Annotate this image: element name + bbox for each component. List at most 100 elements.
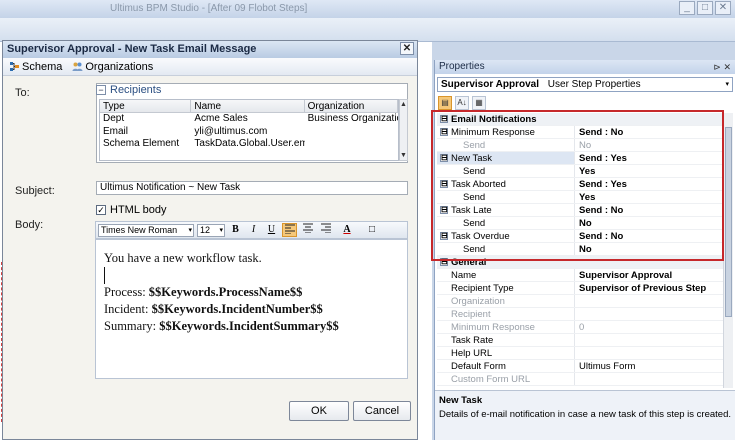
property-row[interactable]: Custom Form URL [437,373,723,386]
property-value: Supervisor of Previous Step [579,283,707,294]
subject-input[interactable]: Ultimus Notification ~ New Task [96,181,408,195]
property-row[interactable]: Default Form Ultimus Form [437,360,723,373]
font-color-button[interactable]: A [336,223,358,237]
underline-button[interactable]: U [264,223,279,237]
app-title: Ultimus BPM Studio - [After 09 Flobot St… [110,3,308,14]
maximize-button[interactable]: □ [697,1,713,15]
font-family-select[interactable]: Times New Roman ▾ [98,223,194,237]
ok-button[interactable]: OK [289,401,349,421]
property-name: Organization [437,295,575,307]
html-body-checkbox[interactable]: ✓ [96,205,106,215]
schema-button[interactable]: Schema [9,61,62,73]
organizations-label: Organizations [85,60,154,73]
align-right-icon [320,223,331,234]
categorized-button[interactable]: ▤ [438,96,452,110]
property-value [575,334,723,346]
cell: Business Organization [307,113,398,124]
property-row[interactable]: Help URL [437,347,723,360]
body-editor[interactable]: You have a new workflow task. Process: $… [95,239,408,379]
property-name: Help URL [437,347,575,359]
align-left-button[interactable] [282,223,297,237]
recipients-grid[interactable]: Type Name Organization Dept Acme Sales B… [99,99,399,161]
scroll-track[interactable] [400,109,407,151]
scroll-down-icon[interactable]: ▼ [400,151,407,160]
grid-header: Type Name Organization [100,100,398,113]
organizations-button[interactable]: Organizations [72,61,153,73]
property-name: Minimum Response [437,321,575,333]
summary-keyword: $$Keywords.IncidentSummary$$ [159,319,339,333]
incident-label: Incident: [104,302,152,316]
properties-title: Properties [439,61,485,72]
summary-label: Summary: [104,319,160,333]
table-row[interactable]: Email yli@ultimus.com [100,126,398,139]
border-button[interactable]: □ [361,223,383,237]
formatting-toolbar: Times New Roman ▾ 12 ▾ B I U A □ [95,221,408,239]
scroll-up-icon[interactable]: ▲ [400,100,407,109]
align-right-button[interactable] [318,223,333,237]
align-center-button[interactable] [300,223,315,237]
body-line: Incident: $$Keywords.IncidentNumber$$ [104,301,399,318]
object-name: Supervisor Approval [441,79,539,90]
column-header-name[interactable]: Name [191,100,305,112]
process-keyword: $$Keywords.ProcessName$$ [148,285,303,299]
cancel-button[interactable]: Cancel [353,401,411,421]
html-body-option[interactable]: ✓ HTML body [96,204,166,216]
object-type: User Step Properties [547,79,641,90]
chevron-down-icon: ▾ [219,226,223,234]
property-name: Recipient Type [437,282,575,294]
column-header-type[interactable]: Type [100,100,192,112]
property-row[interactable]: Recipient Type Supervisor of Previous St… [437,282,723,295]
table-row[interactable]: Dept Acme Sales Business Organization [100,113,398,126]
object-selector[interactable]: Supervisor Approval User Step Properties… [437,77,733,92]
recipients-scrollbar[interactable]: ▲ ▼ [399,99,408,161]
recipients-header[interactable]: − Recipients [96,83,161,97]
font-size-value: 12 [200,224,211,235]
property-value: Supervisor Approval [579,270,673,281]
property-pages-button[interactable]: ▦ [472,96,486,110]
italic-button[interactable]: I [246,223,261,237]
minimize-button[interactable]: _ [679,1,695,15]
cell: Dept [103,113,125,124]
chevron-down-icon: ▾ [725,81,729,88]
property-value: Ultimus Form [579,361,636,372]
cell: Email [103,125,129,137]
pin-close-icons[interactable]: ⊳ ✕ [713,60,731,74]
cell: yli@ultimus.com [194,125,268,137]
html-body-label: HTML body [110,204,167,216]
highlight-box [431,110,724,261]
schema-icon [10,62,19,71]
property-row[interactable]: Recipient [437,308,723,321]
dialog-close-button[interactable]: ✕ [400,42,414,55]
property-name: Recipient [437,308,575,320]
column-header-organization[interactable]: Organization [305,100,398,112]
font-size-select[interactable]: 12 ▾ [197,223,225,237]
property-row[interactable]: Organization [437,295,723,308]
dialog-titlebar: Supervisor Approval - New Task Email Mes… [3,41,417,58]
property-name: Task Rate [437,334,575,346]
body-line: Summary: $$Keywords.IncidentSummary$$ [104,318,399,335]
alphabetical-button[interactable]: A↓ [455,96,469,110]
description-title: New Task [439,395,483,406]
font-family-value: Times New Roman [101,224,178,235]
recipients-title: Recipients [110,84,162,96]
cell [305,138,398,151]
property-grid-scrollbar[interactable] [723,113,733,388]
description-text: Details of e-mail notification in case a… [439,409,731,420]
close-app-button[interactable]: ✕ [715,1,731,15]
chevron-down-icon: ▾ [188,226,192,234]
property-value [575,295,723,307]
property-value: 0 [579,322,585,333]
property-row[interactable]: Name Supervisor Approval [437,269,723,282]
property-value [575,347,723,359]
collapse-icon[interactable]: − [96,85,106,95]
property-row[interactable]: Minimum Response 0 [437,321,723,334]
cell: Acme Sales [194,113,248,124]
cell [305,126,398,139]
property-row[interactable]: Task Rate [437,334,723,347]
subject-label: Subject: [15,185,55,197]
align-center-icon [302,223,313,234]
body-line: You have a new workflow task. [104,251,262,265]
table-row[interactable]: Schema Element TaskData.Global.User.emai… [100,138,398,151]
scroll-thumb[interactable] [725,127,732,317]
bold-button[interactable]: B [228,223,243,237]
